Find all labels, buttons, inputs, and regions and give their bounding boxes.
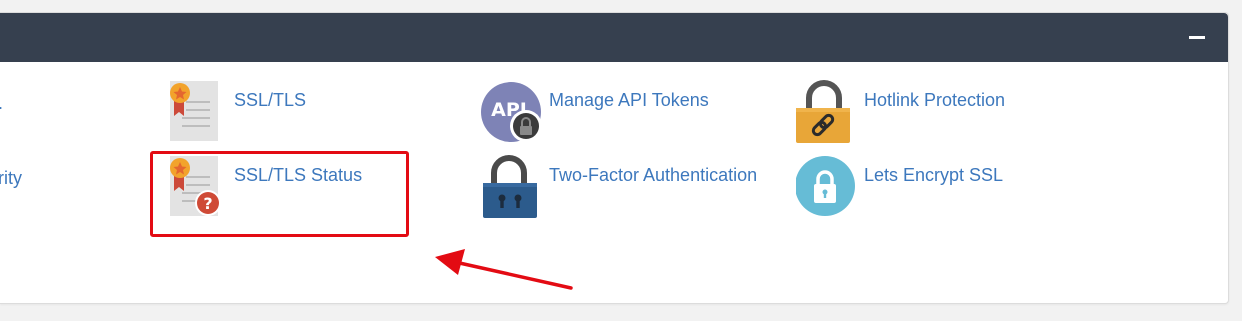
manage-api-tokens-label: Manage API Tokens bbox=[549, 90, 709, 110]
hotlink-protection-label: Hotlink Protection bbox=[864, 90, 1006, 110]
cut-off-label[interactable]: rity bbox=[0, 168, 22, 189]
two-factor-authentication-label: Two-Factor Authentication bbox=[549, 165, 758, 185]
manage-api-tokens-link[interactable]: API Manage API Tokens bbox=[481, 80, 741, 144]
ssl-tls-label: SSL/TLS bbox=[234, 90, 307, 110]
chain-lock-icon bbox=[796, 80, 850, 143]
hotlink-protection-link[interactable]: Hotlink Protection bbox=[796, 80, 1036, 144]
lets-encrypt-ssl-link[interactable]: Lets Encrypt SSL bbox=[796, 155, 1036, 219]
lets-encrypt-ssl-label: Lets Encrypt SSL bbox=[864, 165, 1004, 185]
ssl-tls-link[interactable]: SSL/TLS bbox=[166, 80, 366, 144]
api-lock-icon: API bbox=[481, 82, 542, 142]
arrow-annotation bbox=[435, 249, 573, 290]
certificate-icon bbox=[170, 81, 218, 141]
padlock-icon bbox=[483, 155, 537, 218]
cut-off-label[interactable]: . bbox=[0, 93, 3, 114]
two-factor-authentication-link[interactable]: Two-Factor Authentication bbox=[481, 155, 781, 219]
highlight-box bbox=[150, 151, 409, 237]
panel-header bbox=[0, 13, 1228, 62]
lock-circle-icon bbox=[796, 156, 855, 216]
minus-icon[interactable] bbox=[1188, 29, 1206, 47]
